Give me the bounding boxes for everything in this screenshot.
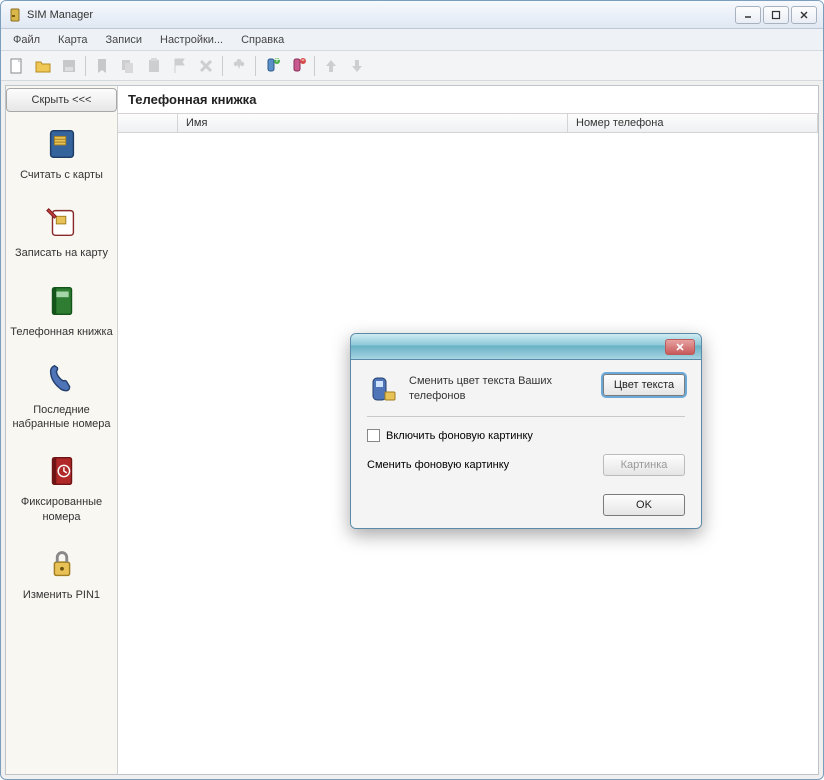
dialog-body: Сменить цвет текста Ваших телефонов Цвет… xyxy=(351,360,701,528)
sidebar: Скрыть <<< Считать с карты Записать на к… xyxy=(6,86,118,774)
toolbar: + - xyxy=(1,51,823,81)
new-icon[interactable] xyxy=(5,54,29,78)
sidebar-item-label: Фиксированные номера xyxy=(8,495,115,524)
phone-remove-icon[interactable]: - xyxy=(286,54,310,78)
sidebar-item-label: Изменить PIN1 xyxy=(23,588,100,602)
flag-icon[interactable] xyxy=(168,54,192,78)
column-headers: Имя Номер телефона xyxy=(118,113,818,133)
app-icon xyxy=(7,7,23,23)
toolbar-separator xyxy=(255,56,256,76)
ok-button[interactable]: OK xyxy=(603,494,685,516)
menu-settings[interactable]: Настройки... xyxy=(152,32,231,48)
sidebar-item-label: Считать с карты xyxy=(20,168,103,182)
sidebar-item-read-card[interactable]: Считать с карты xyxy=(6,114,117,192)
sim-card-write-icon xyxy=(42,202,82,242)
sidebar-item-label: Записать на карту xyxy=(15,246,108,260)
phone-add-icon[interactable]: + xyxy=(260,54,284,78)
column-phone[interactable]: Номер телефона xyxy=(568,114,818,132)
open-icon[interactable] xyxy=(31,54,55,78)
bookmark-icon[interactable] xyxy=(90,54,114,78)
text-color-button[interactable]: Цвет текста xyxy=(603,374,685,396)
window-title: SIM Manager xyxy=(27,9,735,21)
picture-button[interactable]: Картинка xyxy=(603,454,685,476)
arrow-down-icon[interactable] xyxy=(345,54,369,78)
toolbar-separator xyxy=(222,56,223,76)
menu-records[interactable]: Записи xyxy=(97,32,150,48)
clubs-icon[interactable] xyxy=(227,54,251,78)
copy-icon[interactable] xyxy=(116,54,140,78)
sidebar-item-write-card[interactable]: Записать на карту xyxy=(6,192,117,270)
paste-icon[interactable] xyxy=(142,54,166,78)
app-window: SIM Manager Файл Карта Записи Настройки.… xyxy=(0,0,824,780)
lock-icon xyxy=(42,544,82,584)
phone-icon xyxy=(42,359,82,399)
sidebar-item-last-dialed[interactable]: Последние набранные номера xyxy=(6,349,117,442)
dialog-titlebar xyxy=(351,334,701,360)
maximize-button[interactable] xyxy=(763,6,789,24)
save-icon[interactable] xyxy=(57,54,81,78)
dialog-phone-icon xyxy=(367,374,399,406)
menu-card[interactable]: Карта xyxy=(50,32,95,48)
close-button[interactable] xyxy=(791,6,817,24)
sidebar-item-phonebook[interactable]: Телефонная книжка xyxy=(6,271,117,349)
text-color-label: Сменить цвет текста Ваших телефонов xyxy=(409,374,593,404)
menubar: Файл Карта Записи Настройки... Справка xyxy=(1,29,823,51)
svg-text:-: - xyxy=(301,57,305,66)
hide-sidebar-button[interactable]: Скрыть <<< xyxy=(6,88,117,112)
sidebar-item-fixed-numbers[interactable]: Фиксированные номера xyxy=(6,441,117,534)
menu-help[interactable]: Справка xyxy=(233,32,292,48)
enable-bg-label: Включить фоновую картинку xyxy=(386,430,533,442)
change-bg-label: Сменить фоновую картинку xyxy=(367,459,509,471)
menu-file[interactable]: Файл xyxy=(5,32,48,48)
toolbar-separator xyxy=(314,56,315,76)
column-name[interactable]: Имя xyxy=(178,114,568,132)
fixed-book-icon xyxy=(42,451,82,491)
dialog-close-button[interactable] xyxy=(665,339,695,355)
settings-dialog: Сменить цвет текста Ваших телефонов Цвет… xyxy=(350,333,702,529)
titlebar: SIM Manager xyxy=(1,1,823,29)
sidebar-item-label: Телефонная книжка xyxy=(10,325,112,339)
phonebook-icon xyxy=(42,281,82,321)
dialog-divider xyxy=(367,416,685,417)
page-title: Телефонная книжка xyxy=(118,86,818,113)
arrow-up-icon[interactable] xyxy=(319,54,343,78)
sim-card-read-icon xyxy=(42,124,82,164)
main-panel: Телефонная книжка Имя Номер телефона xyxy=(118,86,818,774)
toolbar-separator xyxy=(85,56,86,76)
svg-text:+: + xyxy=(274,57,280,66)
sidebar-item-change-pin[interactable]: Изменить PIN1 xyxy=(6,534,117,612)
column-index[interactable] xyxy=(118,114,178,132)
sidebar-item-label: Последние набранные номера xyxy=(8,403,115,432)
content-area: Скрыть <<< Считать с карты Записать на к… xyxy=(5,85,819,775)
delete-icon[interactable] xyxy=(194,54,218,78)
enable-bg-checkbox[interactable] xyxy=(367,429,380,442)
minimize-button[interactable] xyxy=(735,6,761,24)
